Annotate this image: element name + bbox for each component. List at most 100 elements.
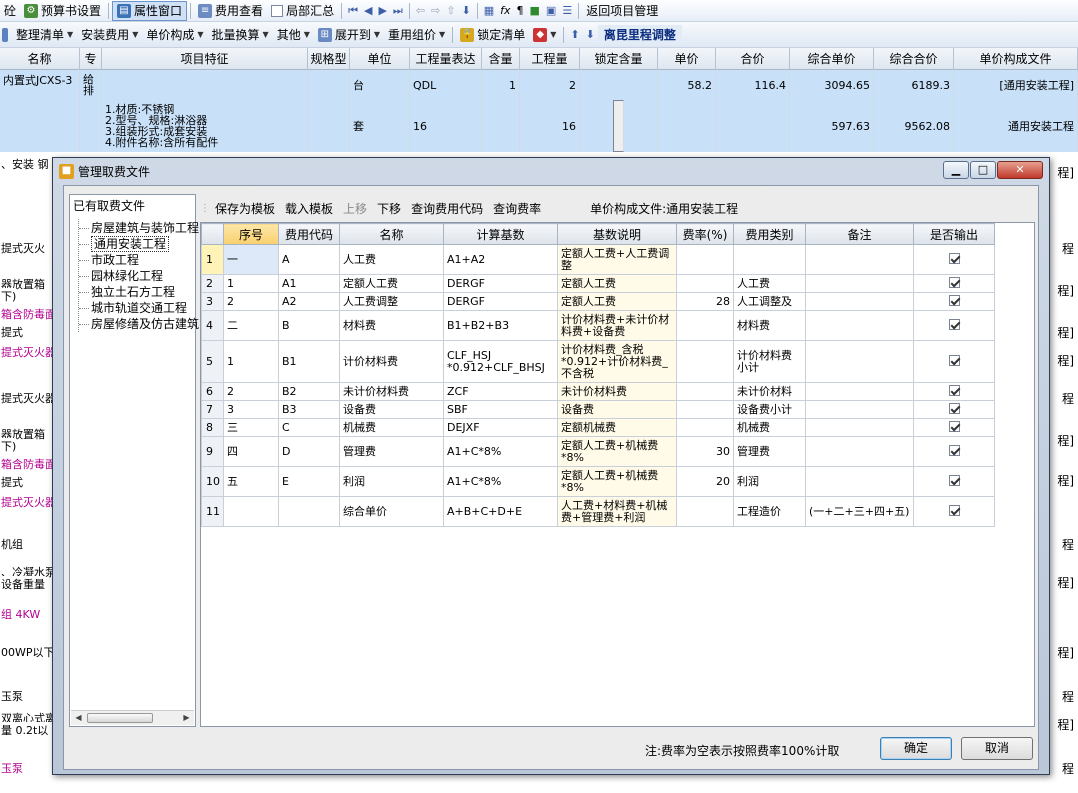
remark-cell[interactable] bbox=[805, 274, 914, 293]
rate-cell[interactable] bbox=[676, 382, 734, 401]
base-cell[interactable]: DEJXF bbox=[443, 418, 558, 437]
table-row[interactable]: 1 一 A 人工费 A1+A2 定额人工费+人工费调整 bbox=[201, 244, 995, 275]
next-icon[interactable]: ▶ bbox=[375, 4, 389, 17]
col-unit[interactable]: 单位 bbox=[350, 48, 410, 70]
rate-cell[interactable] bbox=[676, 244, 734, 275]
name-cell[interactable]: 材料费 bbox=[339, 310, 444, 341]
output-checkbox[interactable] bbox=[948, 420, 960, 432]
maximize-button[interactable]: □ bbox=[970, 161, 996, 179]
col-fee-code[interactable]: 费用代码 bbox=[278, 223, 340, 245]
arrow-right-icon[interactable]: ⇨ bbox=[428, 4, 443, 17]
first-icon[interactable]: ⏮ bbox=[345, 4, 361, 18]
partial-summary-toggle[interactable]: 局部汇总 bbox=[267, 1, 338, 21]
row-number[interactable]: 8 bbox=[201, 418, 224, 437]
table-row[interactable]: 2 1 A1 定额人工费 DERGF 定额人工费 人工费 bbox=[201, 274, 995, 293]
partial-summary-checkbox[interactable] bbox=[271, 4, 284, 17]
rate-cell[interactable] bbox=[676, 310, 734, 341]
row-number[interactable]: 11 bbox=[201, 496, 224, 527]
other-button[interactable]: 其他 ▼ bbox=[273, 25, 314, 45]
row-number[interactable]: 2 bbox=[201, 274, 224, 293]
tree-item[interactable]: 房屋修缮及仿古建筑 bbox=[78, 315, 199, 332]
col-name[interactable]: 名称 bbox=[339, 223, 444, 245]
base-cell[interactable]: B1+B2+B3 bbox=[443, 310, 558, 341]
seq-cell[interactable]: 一 bbox=[223, 244, 279, 275]
base-desc-cell[interactable]: 定额人工费+人工费调整 bbox=[557, 244, 677, 275]
fee-code-cell[interactable]: B3 bbox=[278, 400, 340, 419]
fee-code-cell[interactable]: B1 bbox=[278, 340, 340, 383]
organize-list-button[interactable]: 整理清单 ▼ bbox=[12, 25, 77, 45]
remark-cell[interactable] bbox=[805, 400, 914, 419]
row-number[interactable]: 5 bbox=[201, 340, 224, 383]
table-row[interactable]: 4 二 B 材料费 B1+B2+B3 计价材料费+未计价材料费+设备费 材料费 bbox=[201, 310, 995, 341]
category-cell[interactable]: 设备费小计 bbox=[733, 400, 806, 419]
col-remark[interactable]: 备注 bbox=[805, 223, 914, 245]
col-name[interactable]: 名称 bbox=[0, 48, 80, 70]
col-spec[interactable]: 规格型 bbox=[308, 48, 350, 70]
remark-cell[interactable] bbox=[805, 244, 914, 275]
dialog-titlebar[interactable]: ■ 管理取费文件 bbox=[53, 158, 1049, 185]
base-desc-cell[interactable]: 定额人工费+机械费*8% bbox=[557, 466, 677, 497]
col-output[interactable]: 是否输出 bbox=[913, 223, 995, 245]
load-template-button[interactable]: 载入模板 bbox=[280, 200, 338, 217]
paragraph-icon[interactable]: ¶ bbox=[514, 4, 527, 17]
fee-code-cell[interactable]: B bbox=[278, 310, 340, 341]
rate-cell[interactable]: 20 bbox=[676, 466, 734, 497]
col-qty-expr[interactable]: 工程量表达 bbox=[410, 48, 482, 70]
fee-view-button[interactable]: ≡ 费用查看 bbox=[194, 1, 267, 21]
table-row[interactable]: 7 3 B3 设备费 SBF 设备费 设备费小计 bbox=[201, 400, 995, 419]
col-unit-comp[interactable]: 综合单价 bbox=[790, 48, 874, 70]
tree-item[interactable]: 独立土石方工程 bbox=[78, 283, 175, 300]
lock-content-checkbox[interactable] bbox=[613, 100, 624, 152]
property-window-button[interactable]: ▤ 属性窗口 bbox=[112, 0, 188, 21]
output-checkbox[interactable] bbox=[948, 354, 960, 366]
name-cell[interactable]: 定额人工费 bbox=[339, 274, 444, 293]
base-desc-cell[interactable]: 定额人工费 bbox=[557, 292, 677, 311]
name-cell[interactable]: 设备费 bbox=[339, 400, 444, 419]
category-cell[interactable]: 计价材料费小计 bbox=[733, 340, 806, 383]
col-file[interactable]: 单价构成文件 bbox=[954, 48, 1078, 70]
scroll-right-icon[interactable]: ▶ bbox=[179, 711, 194, 725]
list-icon[interactable]: ☰ bbox=[559, 4, 575, 17]
name-cell[interactable]: 综合单价 bbox=[339, 496, 444, 527]
rate-cell[interactable] bbox=[676, 400, 734, 419]
col-features[interactable]: 项目特征 bbox=[102, 48, 308, 70]
name-cell[interactable]: 人工费调整 bbox=[339, 292, 444, 311]
tree-item[interactable]: 房屋建筑与装饰工程 bbox=[78, 219, 199, 236]
fee-code-cell[interactable]: A bbox=[278, 244, 340, 275]
category-cell[interactable]: 管理费 bbox=[733, 436, 806, 467]
col-zhuan[interactable]: 专 bbox=[80, 48, 102, 70]
table-row[interactable]: 8 三 C 机械费 DEJXF 定额机械费 机械费 bbox=[201, 418, 995, 437]
remark-cell[interactable] bbox=[805, 418, 914, 437]
fee-code-cell[interactable]: A2 bbox=[278, 292, 340, 311]
output-checkbox[interactable] bbox=[948, 444, 960, 456]
base-desc-cell[interactable]: 设备费 bbox=[557, 400, 677, 419]
fee-code-cell[interactable]: B2 bbox=[278, 382, 340, 401]
base-desc-cell[interactable]: 定额机械费 bbox=[557, 418, 677, 437]
tree-item-selected[interactable]: 通用安装工程 bbox=[78, 235, 170, 252]
reuse-pricing-button[interactable]: 重用组价 ▼ bbox=[384, 25, 449, 45]
grid-icon[interactable] bbox=[0, 25, 12, 45]
remark-cell[interactable] bbox=[805, 292, 914, 311]
fee-code-cell[interactable]: E bbox=[278, 466, 340, 497]
category-cell[interactable]: 人工调整及 bbox=[733, 292, 806, 311]
table-row[interactable]: 1.材质:不锈钢 2.型号、规格:淋浴器 3.组装形式:成套安装 4.附件名称:… bbox=[0, 100, 1078, 152]
arrow-left-icon[interactable]: ⇦ bbox=[413, 4, 428, 17]
seq-cell[interactable]: 2 bbox=[223, 382, 279, 401]
category-cell[interactable]: 人工费 bbox=[733, 274, 806, 293]
color-fill-button[interactable]: ◆ ▼ bbox=[529, 25, 560, 45]
remark-cell[interactable] bbox=[805, 340, 914, 383]
col-seq[interactable]: 序号 bbox=[223, 223, 279, 245]
table-row[interactable]: 5 1 B1 计价材料费 CLF_HSJ *0.912+CLF_BHSJ 计价材料费_含税… bbox=[201, 340, 995, 383]
install-fee-button[interactable]: 安装费用 ▼ bbox=[77, 25, 142, 45]
tree-item[interactable]: 城市轨道交通工程 bbox=[78, 299, 187, 316]
expand-to-button[interactable]: ⊞ 展开到 ▼ bbox=[314, 25, 384, 45]
base-desc-cell[interactable]: 人工费+材料费+机械费+管理费+利润 bbox=[557, 496, 677, 527]
col-content[interactable]: 含量 bbox=[482, 48, 520, 70]
table-row[interactable]: 3 2 A2 人工费调整 DERGF 定额人工费 28 人工调整及 bbox=[201, 292, 995, 311]
name-cell[interactable]: 未计价材料费 bbox=[339, 382, 444, 401]
category-cell[interactable]: 机械费 bbox=[733, 418, 806, 437]
col-qty[interactable]: 工程量 bbox=[520, 48, 580, 70]
rate-cell[interactable]: 28 bbox=[676, 292, 734, 311]
table-row[interactable]: 10 五 E 利润 A1+C*8% 定额人工费+机械费*8% 20 利润 bbox=[201, 466, 995, 497]
name-cell[interactable]: 管理费 bbox=[339, 436, 444, 467]
